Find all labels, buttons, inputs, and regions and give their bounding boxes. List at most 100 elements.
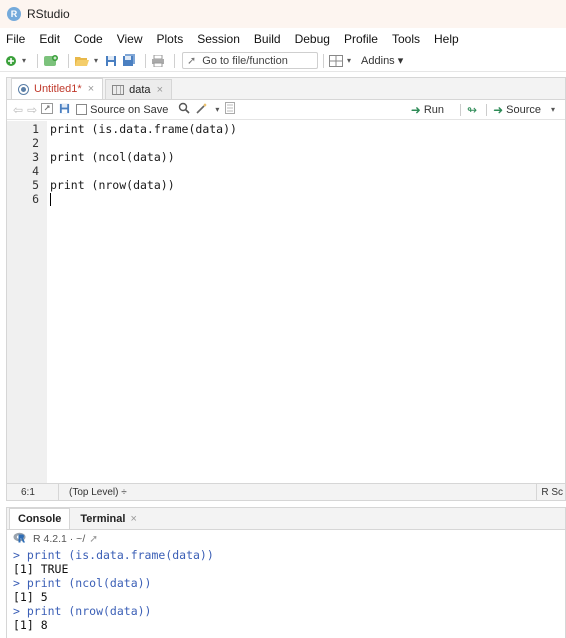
console-command: > print (ncol(data)) [13, 576, 152, 590]
new-project-icon[interactable] [43, 53, 59, 69]
line-number: 2 [32, 136, 39, 150]
save-all-icon[interactable] [122, 53, 136, 69]
document-outline-icon[interactable] [225, 102, 236, 117]
source-on-save-label: Source on Save [90, 103, 169, 116]
addins-menu[interactable]: Addins ▾ [361, 54, 403, 67]
magic-wand-icon[interactable] [196, 102, 209, 117]
go-to-directory-icon[interactable]: ➚ [89, 533, 98, 545]
tab-console[interactable]: Console [9, 508, 71, 529]
rerun-icon[interactable]: ↬ [467, 103, 477, 117]
code-line[interactable] [50, 164, 565, 178]
console-result: [1] TRUE [13, 562, 69, 576]
pane-layout-icon[interactable] [329, 53, 344, 69]
console-pane: Console Terminal × R 4.2.1 · ~/ ➚ > prin… [6, 507, 566, 638]
main-toolbar: ▾ ▾ ➚ Go to file/function ▾ Addins ▾ [0, 50, 566, 72]
menu-help[interactable]: Help [434, 32, 459, 46]
open-file-icon[interactable] [74, 53, 90, 69]
menu-debug[interactable]: Debug [295, 32, 330, 46]
editor-tabs: Untitled1* × data × [7, 78, 565, 100]
run-button[interactable]: Run [424, 104, 444, 116]
rstudio-logo-icon: R [7, 7, 21, 21]
menu-view[interactable]: View [117, 32, 143, 46]
cursor-position: 6:1 [7, 484, 59, 500]
console-command: > print (is.data.frame(data)) [13, 548, 214, 562]
code-line[interactable]: print (is.data.frame(data)) [50, 122, 565, 136]
console-tabs: Console Terminal × [7, 508, 565, 530]
line-number: 1 [32, 122, 39, 136]
toolbar-divider [37, 53, 39, 68]
toolbar-divider [174, 53, 176, 68]
tab-label: Terminal [80, 513, 126, 525]
search-icon[interactable] [178, 102, 190, 117]
code-editor[interactable]: 1 2 3 4 5 6 print (is.data.frame(data)) … [7, 121, 565, 483]
tab-label: Console [18, 513, 62, 525]
new-file-dropdown-icon[interactable]: ▾ [22, 56, 26, 65]
r-logo-icon [13, 532, 27, 546]
title-bar: R RStudio [0, 0, 566, 28]
menu-session[interactable]: Session [197, 32, 240, 46]
source-button[interactable]: Source [506, 104, 541, 116]
line-number: 6 [32, 192, 39, 206]
console-result: [1] 5 [13, 590, 48, 604]
save-icon[interactable] [59, 103, 70, 117]
open-file-dropdown-icon[interactable]: ▾ [94, 56, 98, 65]
editor-toolbar: ⇦ ⇨ Source on Save ▾ ➜ Run ↬ ➜ Source ▾ [7, 100, 565, 120]
show-in-window-icon[interactable] [41, 102, 54, 117]
source-on-save-checkbox[interactable] [76, 104, 88, 115]
menu-profile[interactable]: Profile [344, 32, 378, 46]
source-arrow-icon: ➜ [493, 102, 504, 117]
toolbar-divider [460, 103, 461, 116]
code-line-current[interactable] [50, 192, 565, 206]
print-icon[interactable] [151, 53, 165, 69]
console-result: [1] 8 [13, 618, 48, 632]
run-arrow-icon: ➜ [410, 102, 421, 117]
code-lines[interactable]: print (is.data.frame(data)) print (ncol(… [47, 121, 565, 483]
run-tools: ➜ Run ↬ ➜ Source ▾ [411, 103, 565, 117]
line-number: 4 [32, 164, 39, 178]
menu-code[interactable]: Code [74, 32, 103, 46]
file-type-selector[interactable]: R Sc [536, 484, 565, 500]
code-tools-dropdown-icon[interactable]: ▾ [215, 105, 219, 114]
menu-build[interactable]: Build [254, 32, 281, 46]
tab-untitled1[interactable]: Untitled1* × [11, 78, 104, 99]
save-icon[interactable] [104, 53, 118, 69]
close-icon[interactable]: × [157, 84, 163, 96]
tab-data[interactable]: data × [105, 79, 172, 99]
menu-file[interactable]: File [6, 32, 25, 46]
line-number: 3 [32, 150, 39, 164]
console-info-bar: R 4.2.1 · ~/ ➚ [7, 530, 565, 548]
tab-label: Untitled1* [34, 83, 82, 95]
goto-placeholder: Go to file/function [202, 54, 288, 67]
pane-layout-dropdown-icon[interactable]: ▾ [347, 56, 351, 65]
code-line[interactable] [50, 136, 565, 150]
menu-plots[interactable]: Plots [157, 32, 184, 46]
source-dropdown-icon[interactable]: ▾ [551, 105, 555, 114]
r-version-path: R 4.2.1 · ~/ [33, 533, 86, 545]
editor-status-bar: 6:1 (Top Level) ÷ R Sc [7, 483, 565, 500]
source-editor-pane: Untitled1* × data × ⇦ ⇨ Source on Save ▾ [6, 77, 566, 501]
code-line[interactable]: print (ncol(data)) [50, 150, 565, 164]
scope-selector[interactable]: (Top Level) ÷ [59, 487, 127, 498]
new-file-icon[interactable] [4, 53, 18, 69]
r-script-icon [18, 83, 29, 95]
menu-edit[interactable]: Edit [39, 32, 60, 46]
text-cursor [50, 193, 51, 206]
code-line[interactable]: print (nrow(data)) [50, 178, 565, 192]
tab-label: data [129, 83, 151, 96]
toolbar-divider [323, 53, 325, 68]
tab-terminal[interactable]: Terminal × [72, 509, 144, 529]
goto-file-function-input[interactable]: ➚ Go to file/function [182, 52, 319, 69]
close-icon[interactable]: × [88, 83, 94, 95]
goto-arrow-icon: ➚ [187, 55, 197, 67]
data-grid-icon [112, 84, 125, 95]
addins-label: Addins [361, 55, 395, 67]
line-number: 5 [32, 178, 39, 192]
back-arrow-icon[interactable]: ⇦ [13, 103, 23, 117]
line-number-gutter: 1 2 3 4 5 6 [7, 121, 47, 483]
close-icon[interactable]: × [130, 513, 136, 525]
forward-arrow-icon[interactable]: ⇨ [27, 103, 37, 117]
toolbar-divider [486, 103, 488, 116]
toolbar-divider [145, 53, 147, 68]
menu-tools[interactable]: Tools [392, 32, 420, 46]
console-output[interactable]: > print (is.data.frame(data)) [1] TRUE >… [7, 548, 565, 632]
